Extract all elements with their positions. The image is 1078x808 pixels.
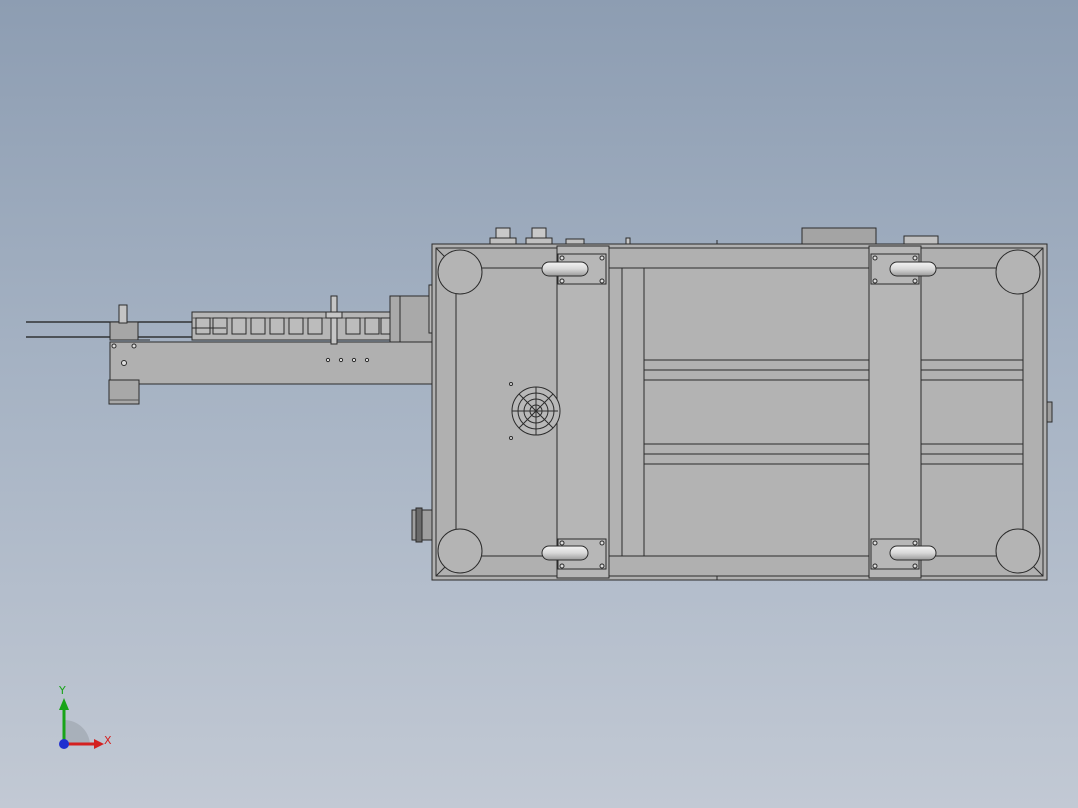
belt-pulley xyxy=(109,321,139,341)
conveyor-arm[interactable] xyxy=(26,295,434,405)
corner-foot xyxy=(437,249,483,295)
cross-rail-left xyxy=(556,245,610,579)
main-frame[interactable] xyxy=(431,240,1048,581)
top-fittings[interactable] xyxy=(489,227,939,247)
y-axis-label: Y xyxy=(58,684,66,697)
x-axis-label: X xyxy=(104,734,112,747)
sensor-post xyxy=(330,295,338,345)
side-port xyxy=(411,509,435,541)
z-axis-dot xyxy=(59,739,69,749)
coordinate-triad: Y X xyxy=(58,684,112,749)
corner-foot xyxy=(437,528,483,574)
corner-foot xyxy=(995,528,1041,574)
cad-graphics-area[interactable]: Y X xyxy=(0,0,1078,808)
corner-foot xyxy=(995,249,1041,295)
control-box xyxy=(801,227,877,247)
machine-top-view-model[interactable] xyxy=(0,0,1078,808)
drive-housing xyxy=(389,295,434,343)
cross-rail-right xyxy=(868,245,922,579)
conveyor-beam xyxy=(109,341,434,385)
